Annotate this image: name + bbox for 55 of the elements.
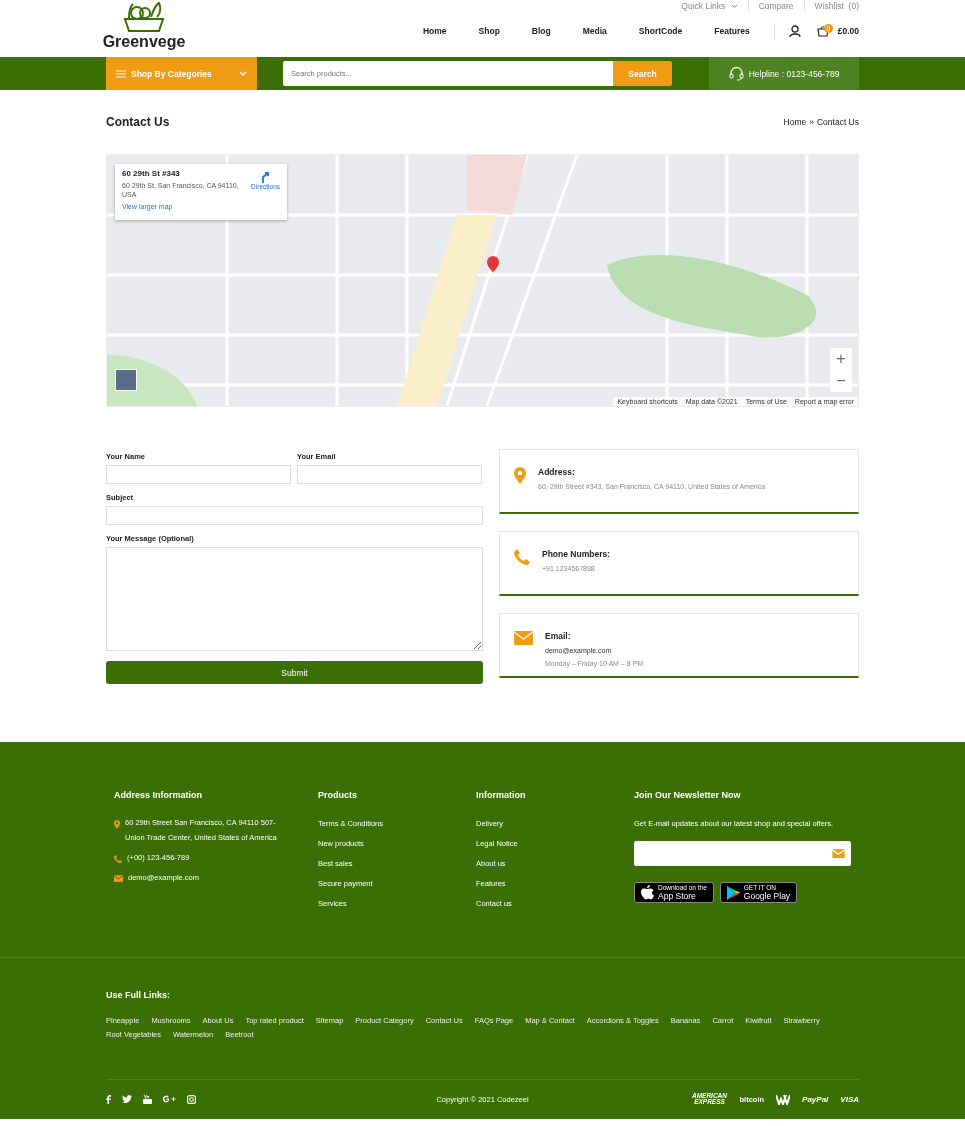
- apple-logo-icon: [641, 885, 654, 900]
- top-link[interactable]: Wishlist (0): [814, 1, 859, 11]
- payment-logo: PayPal: [802, 1094, 829, 1104]
- footer-heading: Use Full Links:: [106, 990, 171, 1000]
- nav-link[interactable]: Blog: [531, 26, 551, 36]
- footer-heading: Join Our Newsletter Now: [634, 790, 742, 800]
- nav-link[interactable]: Features: [714, 26, 750, 36]
- play-triangle-icon: [726, 885, 740, 900]
- breadcrumb-separator: »: [809, 117, 814, 127]
- google-plus-icon[interactable]: [163, 1095, 176, 1103]
- top-link[interactable]: Compare: [758, 1, 794, 11]
- envelope-icon: [114, 875, 123, 882]
- footer-heading: Products: [318, 790, 358, 800]
- message-field[interactable]: [106, 547, 483, 651]
- submit-button[interactable]: Submit: [106, 661, 483, 684]
- place-title: 60 29th St #343: [122, 169, 181, 178]
- menu-icon: [116, 69, 126, 78]
- footer-heading: Information: [476, 790, 527, 800]
- page-title: Contact Us: [106, 115, 170, 129]
- satellite-thumbnail[interactable]: [115, 369, 137, 391]
- nav-link[interactable]: ShortCode: [638, 26, 683, 36]
- breadcrumb-item[interactable]: Home: [783, 117, 807, 127]
- input-field[interactable]: [106, 506, 483, 525]
- footer-heading: Address Information: [114, 790, 203, 800]
- instagram-icon[interactable]: [187, 1094, 196, 1104]
- nav-link[interactable]: Home: [422, 26, 447, 36]
- card-title: Phone Numbers:: [542, 549, 610, 559]
- user-icon[interactable]: [788, 25, 801, 37]
- headset-icon: [728, 66, 744, 81]
- location-pin-icon: [514, 467, 526, 484]
- directions-arrow-icon: [259, 171, 272, 183]
- caret-icon: [730, 3, 738, 9]
- w-logo-icon: [776, 1093, 791, 1105]
- card-title: Email:: [545, 631, 572, 641]
- caret-icon: [239, 71, 247, 76]
- cart-total: £0.00: [837, 26, 859, 36]
- envelope-icon: [514, 631, 533, 645]
- payment-logo: VISA: [840, 1094, 859, 1104]
- input-field[interactable]: [106, 465, 291, 484]
- input-field[interactable]: [297, 465, 482, 484]
- phone-icon: [114, 855, 122, 863]
- quick-links-dropdown[interactable]: Quick Links: [681, 1, 738, 11]
- facebook-icon[interactable]: [106, 1094, 111, 1104]
- nav-link[interactable]: Shop: [478, 26, 500, 36]
- youtube-icon[interactable]: [143, 1094, 152, 1104]
- location-pin-icon: [114, 820, 120, 829]
- helpline-text: Helpline : 0123-456-789: [748, 68, 840, 79]
- vegetable-basket-icon: [121, 1, 167, 33]
- newsletter-email-field[interactable]: [634, 841, 851, 866]
- breadcrumb-item: Contact Us: [816, 117, 859, 127]
- card-title: Address:: [538, 467, 576, 477]
- logo-text: Greenvege: [102, 33, 186, 50]
- nav-link[interactable]: Media: [582, 26, 607, 36]
- bird-icon[interactable]: [122, 1095, 132, 1103]
- phone-icon: [514, 549, 530, 565]
